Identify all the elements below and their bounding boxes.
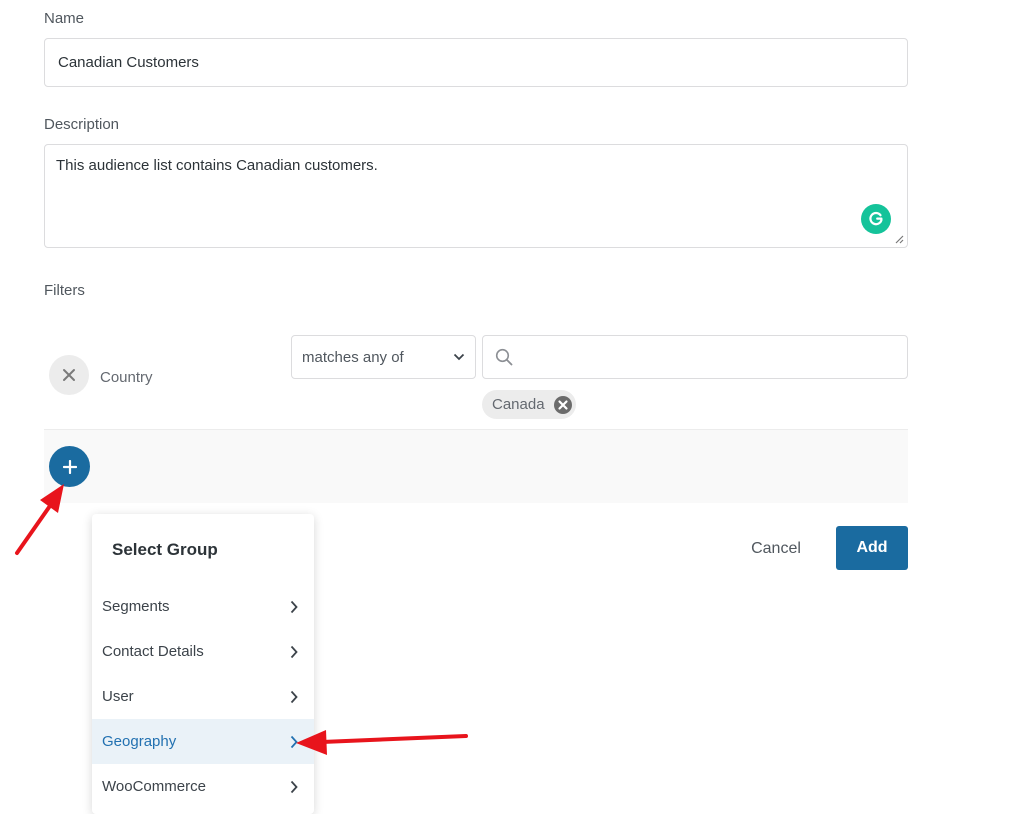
group-item-contact-details[interactable]: Contact Details: [92, 629, 314, 674]
chevron-down-icon: [453, 353, 465, 361]
description-field-wrapper: This audience list contains Canadian cus…: [44, 144, 908, 248]
add-filter-button[interactable]: [49, 446, 90, 487]
filters-label: Filters: [44, 282, 85, 299]
add-filter-row: [44, 429, 908, 503]
group-item-geography[interactable]: Geography: [92, 719, 314, 764]
chevron-right-icon: [290, 645, 298, 659]
annotation-arrow-geography: [296, 730, 468, 755]
group-item-woocommerce[interactable]: WooCommerce: [92, 764, 314, 809]
add-button[interactable]: Add: [836, 526, 908, 570]
chevron-right-icon: [290, 690, 298, 704]
operator-select[interactable]: matches any of: [291, 335, 476, 379]
group-item-segments[interactable]: Segments: [92, 584, 314, 629]
group-item-label: Geography: [102, 733, 177, 750]
filter-field-name: Country: [100, 369, 153, 386]
chevron-right-icon: [290, 780, 298, 794]
chevron-right-icon: [290, 600, 298, 614]
group-item-user[interactable]: User: [92, 674, 314, 719]
tag-label: Canada: [492, 396, 545, 413]
chevron-right-icon: [290, 735, 298, 749]
group-item-label: Contact Details: [102, 643, 204, 660]
resize-handle-icon[interactable]: [894, 234, 904, 244]
remove-filter-button[interactable]: [49, 355, 89, 395]
group-item-label: User: [102, 688, 134, 705]
cancel-button[interactable]: Cancel: [740, 528, 812, 570]
close-circle-icon[interactable]: [553, 395, 573, 415]
filter-search-box: [482, 335, 908, 379]
filter-tag: Canada: [482, 390, 576, 419]
search-icon: [495, 348, 513, 366]
description-textarea[interactable]: This audience list contains Canadian cus…: [45, 145, 907, 247]
grammarly-icon[interactable]: [861, 204, 891, 234]
name-input[interactable]: [44, 38, 908, 87]
select-group-dropdown: Select Group Segments Contact Details Us…: [92, 514, 314, 814]
close-icon: [63, 369, 75, 381]
name-label: Name: [44, 10, 85, 27]
description-label: Description: [44, 116, 120, 133]
group-item-label: Segments: [102, 598, 170, 615]
filter-search-input[interactable]: [521, 347, 895, 367]
operator-value: matches any of: [302, 348, 404, 366]
page: Name Description This audience list cont…: [0, 0, 1024, 814]
group-item-label: WooCommerce: [102, 778, 206, 795]
dropdown-title: Select Group: [112, 540, 218, 559]
plus-icon: [62, 459, 77, 474]
